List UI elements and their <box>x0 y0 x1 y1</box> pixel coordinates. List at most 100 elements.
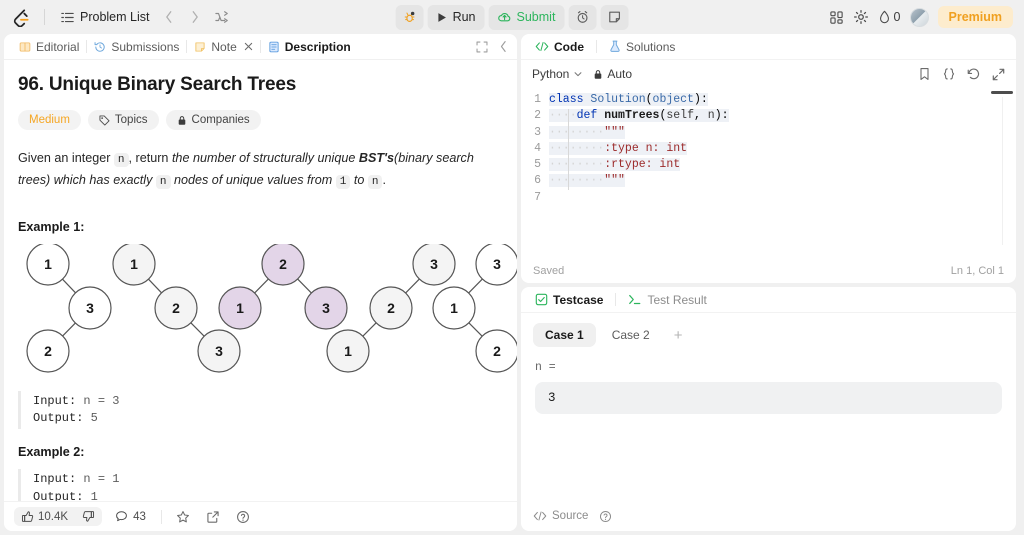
expand-editor-button[interactable] <box>992 68 1005 81</box>
thumbs-up-icon <box>21 511 34 522</box>
user-avatar[interactable] <box>909 7 929 27</box>
example-2-output-label: Output: <box>33 489 84 501</box>
debug-icon <box>404 11 415 22</box>
tree-node-label: 3 <box>430 256 438 272</box>
premium-button[interactable]: Premium <box>937 6 1013 28</box>
tab-code[interactable]: Code <box>530 38 589 56</box>
source-button[interactable]: Source <box>533 510 588 522</box>
shuffle-icon <box>215 11 229 23</box>
comments-button[interactable]: 43 <box>110 507 151 526</box>
shuffle-button[interactable] <box>211 8 233 26</box>
tab-description[interactable]: Description <box>261 38 358 56</box>
premium-label: Premium <box>948 10 1003 24</box>
downvote-button[interactable] <box>75 507 102 526</box>
tree-edge <box>405 278 420 294</box>
desc-em-4: to <box>353 172 365 187</box>
tab-submissions[interactable]: Submissions <box>87 38 186 56</box>
help-icon <box>236 510 249 523</box>
streak-counter[interactable]: 0 <box>878 10 901 24</box>
language-toolbar: Python Auto <box>521 60 1016 88</box>
example-2-output-value: 1 <box>83 489 98 501</box>
example-1-output-value: 5 <box>83 411 98 426</box>
indent-guide <box>567 109 569 190</box>
main-split: Editorial Submissions Note Description 9… <box>0 34 1024 535</box>
param-input[interactable]: 3 <box>535 382 1002 414</box>
testcase-tab-bar: Testcase Test Result <box>521 287 1016 313</box>
upvote-button[interactable]: 10.4K <box>14 507 75 526</box>
companies-button[interactable]: Companies <box>165 110 261 130</box>
chevron-left-icon <box>500 41 506 52</box>
tree-node-label: 3 <box>322 300 330 316</box>
case-selector: Case 1 Case 2 + <box>521 313 1016 347</box>
tree-edge <box>468 322 483 337</box>
tree-edge <box>468 278 483 294</box>
book-icon <box>19 41 31 52</box>
source-label: Source <box>552 510 589 522</box>
code-line-3: ········""" <box>549 125 625 139</box>
fullscreen-button[interactable] <box>476 40 488 53</box>
submit-button[interactable]: Submit <box>488 4 565 30</box>
auto-lock-toggle[interactable]: Auto <box>593 67 632 81</box>
line-number: 3 <box>534 125 541 139</box>
submit-label: Submit <box>516 10 556 24</box>
tree-node-label: 2 <box>172 300 180 316</box>
code-icon <box>535 41 549 52</box>
editor-status-bar: Saved Ln 1, Col 1 <box>521 259 1016 283</box>
desc-part-1: Given an integer <box>18 151 111 165</box>
language-selector[interactable]: Python <box>532 67 583 81</box>
problem-list-button[interactable]: Problem List <box>57 7 153 27</box>
run-button[interactable]: Run <box>427 4 485 30</box>
footer-separator <box>160 509 162 524</box>
reset-code-button[interactable] <box>967 67 981 81</box>
prev-problem-button[interactable] <box>159 8 179 26</box>
debug-button[interactable] <box>395 4 424 30</box>
next-problem-button[interactable] <box>185 8 205 26</box>
close-icon <box>244 42 252 51</box>
case-2-button[interactable]: Case 2 <box>600 323 662 347</box>
code-line-2: ····def numTrees(self, n): <box>549 109 729 123</box>
format-code-button[interactable] <box>942 67 956 81</box>
check-square-icon <box>535 293 548 306</box>
bookmark-button[interactable] <box>918 67 931 81</box>
topics-button[interactable]: Topics <box>87 110 159 130</box>
submit-cloud-icon <box>498 13 511 22</box>
collapse-panel-button[interactable] <box>498 40 509 53</box>
description-panel: Editorial Submissions Note Description 9… <box>4 34 517 531</box>
line-number: 2 <box>534 109 541 123</box>
testcase-panel: Testcase Test Result Case 1 Case 2 + n =… <box>521 287 1016 531</box>
example-1-input: Input: n = 3 <box>33 393 503 410</box>
example-2-input: Input: n = 1 <box>33 471 503 488</box>
bst-diagram: 1 3 2 1 2 3 2 1 3 3 2 1 3 1 2 <box>18 243 517 379</box>
favorite-button[interactable] <box>172 507 194 527</box>
code-editor[interactable]: 1 2 3 4 5 6 7 class Solution(object): ····def … <box>521 88 1016 259</box>
tree-node-label: 1 <box>236 300 244 316</box>
star-icon <box>176 510 189 522</box>
toolbar-left-group: Problem List <box>0 6 233 28</box>
desc-code-n2: n <box>155 174 171 189</box>
chevron-down-icon <box>574 72 582 77</box>
share-button[interactable] <box>202 507 224 527</box>
help-button[interactable] <box>232 507 254 527</box>
toolbar-divider <box>44 9 45 25</box>
apps-grid-button[interactable] <box>829 10 844 25</box>
case-1-button[interactable]: Case 1 <box>533 323 596 347</box>
tab-note[interactable]: Note <box>187 38 259 56</box>
param-label: n = <box>535 361 556 374</box>
desc-em-3: nodes of unique values from <box>174 172 333 187</box>
timer-button[interactable] <box>568 4 597 30</box>
difficulty-badge[interactable]: Medium <box>18 110 81 130</box>
note-button[interactable] <box>600 4 629 30</box>
settings-button[interactable] <box>853 9 869 25</box>
source-help-button[interactable] <box>595 507 616 526</box>
add-case-button[interactable]: + <box>666 325 691 346</box>
tab-editorial[interactable]: Editorial <box>12 38 86 56</box>
tab-submissions-label: Submissions <box>111 39 180 54</box>
tab-test-result[interactable]: Test Result <box>623 291 711 309</box>
case-2-label: Case 2 <box>611 328 650 342</box>
tab-testcase[interactable]: Testcase <box>530 291 608 309</box>
play-icon <box>438 12 446 22</box>
tab-solutions[interactable]: Solutions <box>604 38 680 56</box>
tree-node-label: 3 <box>215 343 223 359</box>
braces-icon <box>943 68 955 80</box>
leetcode-logo-icon[interactable] <box>10 6 32 28</box>
